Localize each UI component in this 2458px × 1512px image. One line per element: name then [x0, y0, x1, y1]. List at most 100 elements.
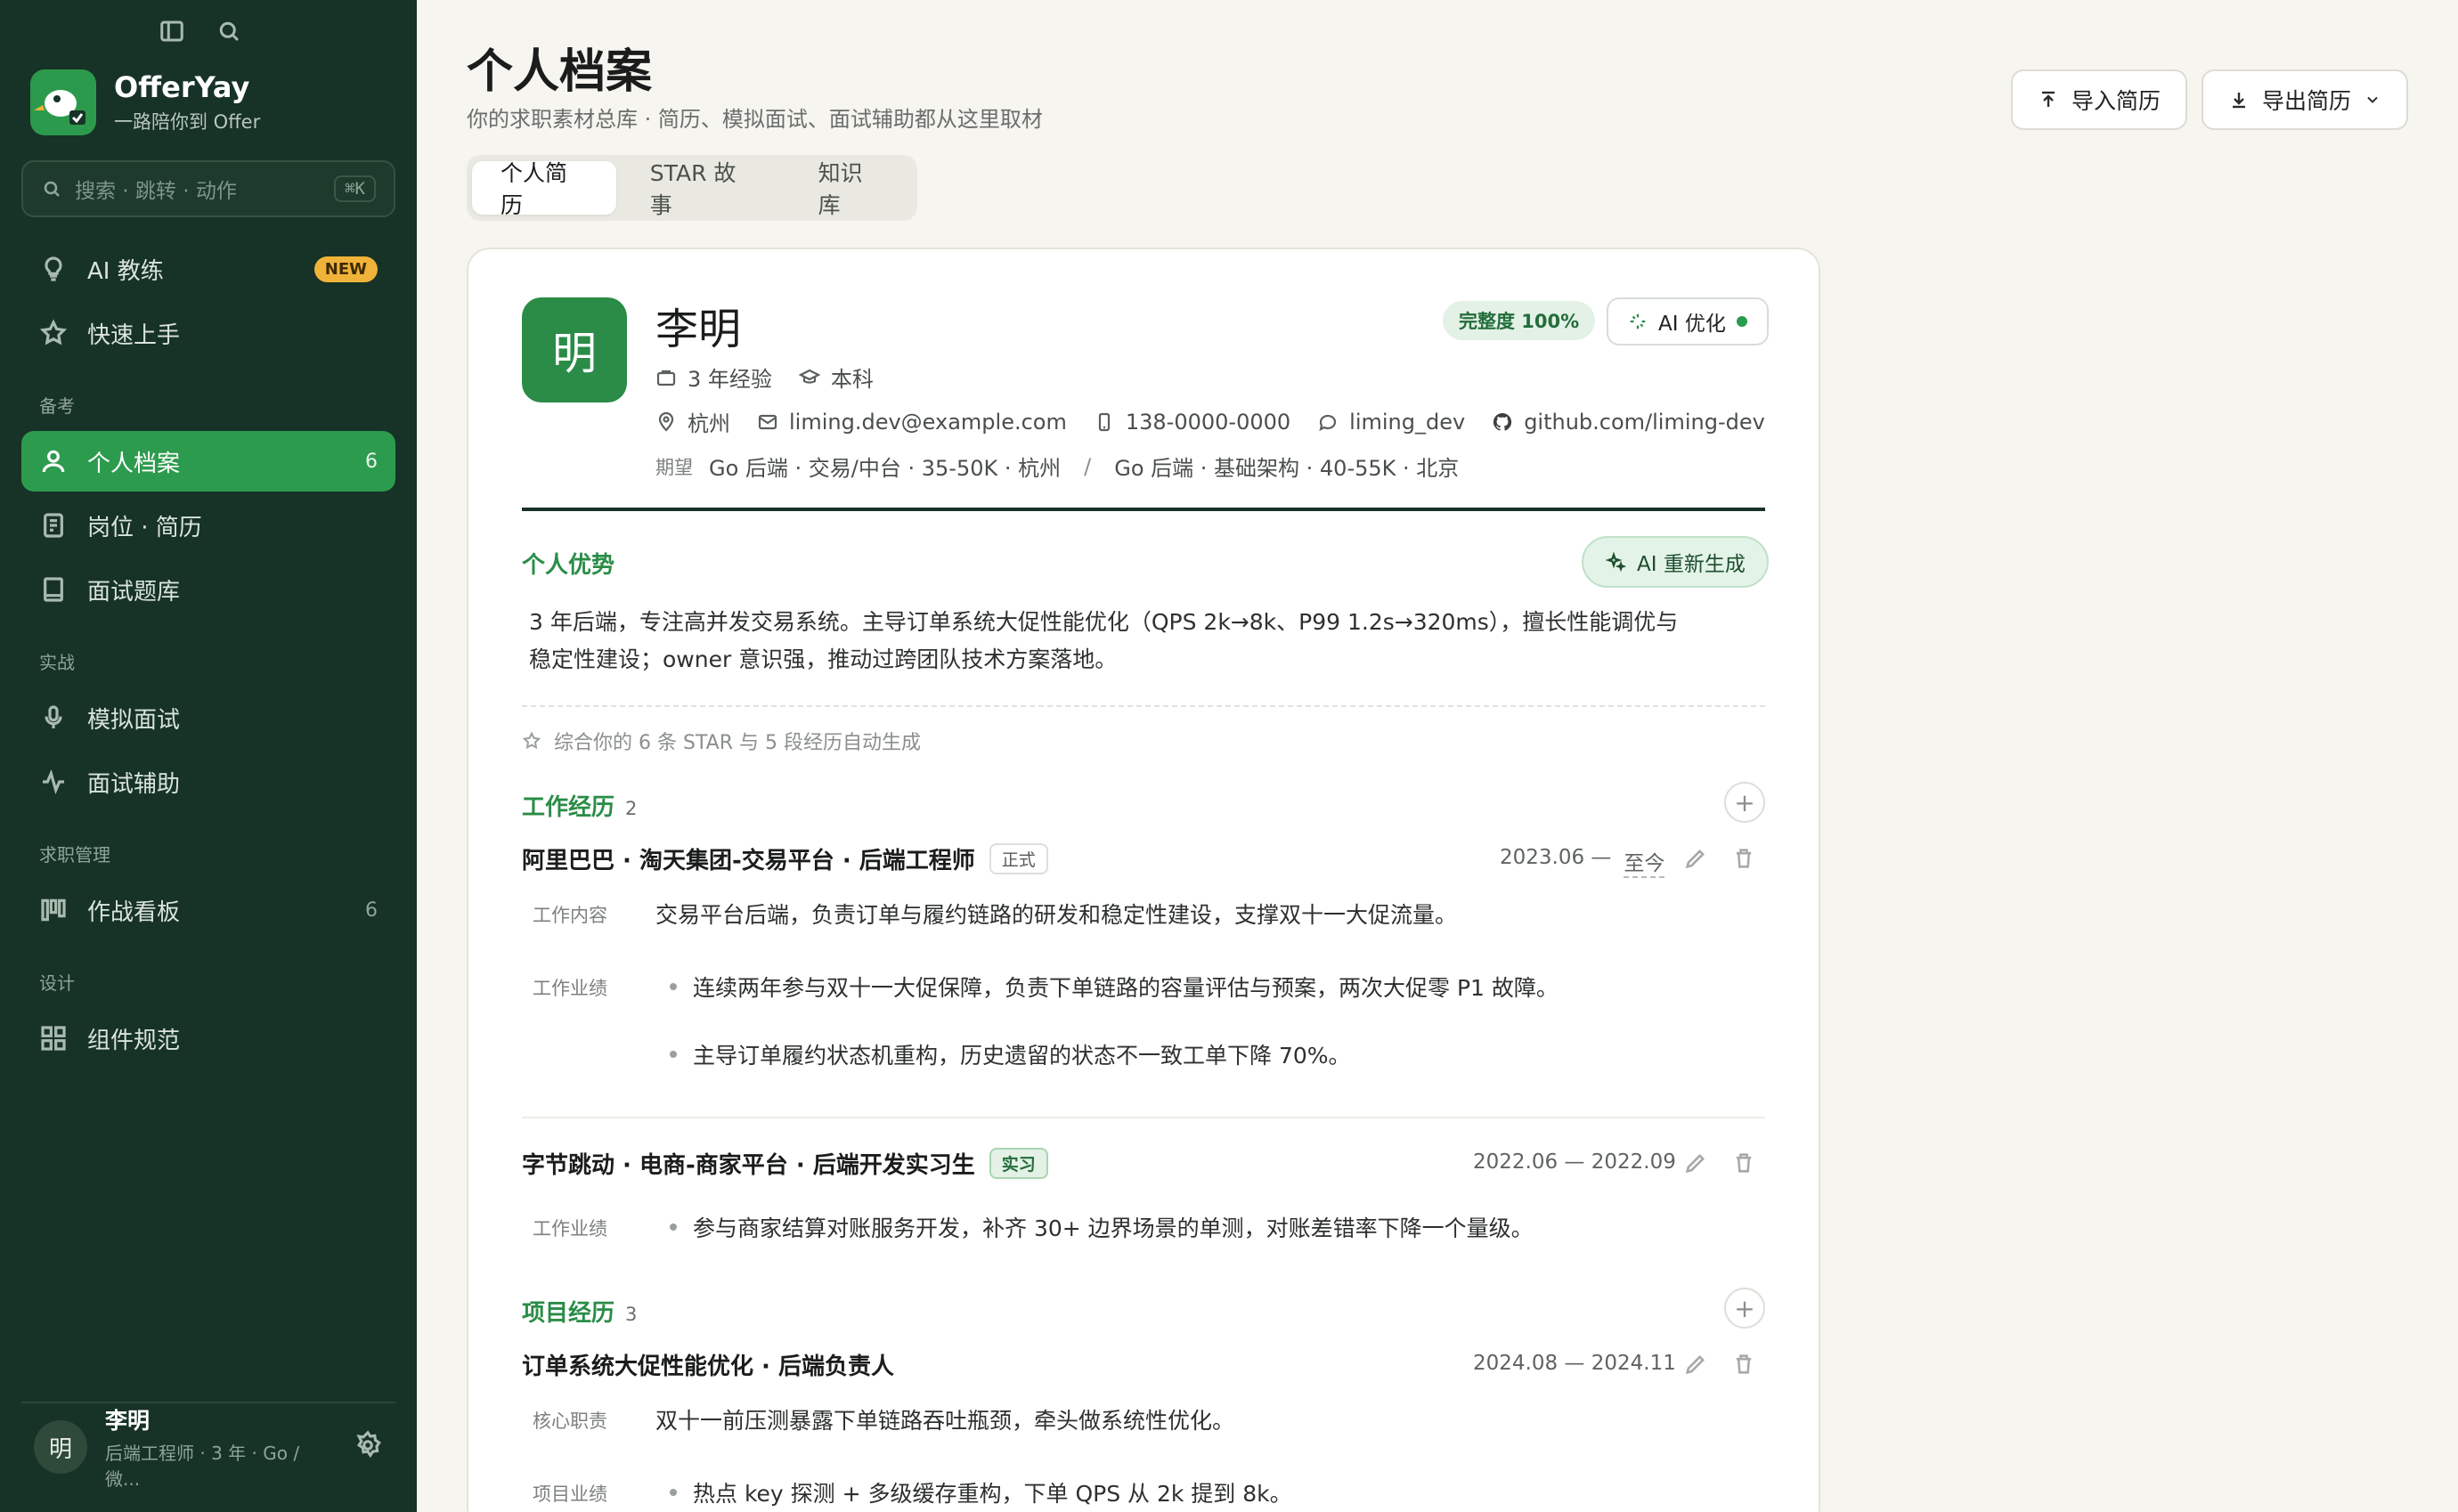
sidebar-item-battle-board[interactable]: 作战看板 6: [21, 880, 395, 940]
sidebar-item-label: 面试辅助: [87, 770, 181, 798]
add-work-button[interactable]: +: [1724, 782, 1765, 823]
mail-icon: [758, 414, 777, 429]
field-label: 工作业绩: [533, 978, 607, 999]
search-placeholder: 搜索 · 跳转 · 动作: [75, 180, 237, 203]
project-date: 2024.08 — 2024.11: [1473, 1352, 1676, 1375]
ai-optimize-button[interactable]: AI 优化: [1607, 297, 1769, 345]
sidebar-section-job-mgmt: 求职管理: [39, 844, 110, 866]
sidebar-item-label: 面试题库: [87, 578, 181, 606]
job-title[interactable]: 阿里巴巴 · 淘天集团-交易平台 · 后端工程师 正式: [522, 842, 1048, 875]
tab-star-stories[interactable]: STAR 故事: [622, 160, 785, 218]
edit-icon[interactable]: [1683, 1352, 1708, 1377]
bullet-text: 热点 key 探测 + 多级缓存重构，下单 QPS 从 2k 提到 8k。: [693, 1481, 1292, 1507]
sidebar-search-input[interactable]: 搜索 · 跳转 · 动作 ⌘K: [21, 160, 395, 217]
gear-icon[interactable]: [353, 1430, 383, 1464]
export-resume-label: 导出简历: [2262, 88, 2352, 114]
job-date-start: 2023.06 —: [1500, 846, 1612, 869]
sidebar-item-ai-coach[interactable]: AI 教练 NEW: [21, 239, 395, 299]
experience-item: 3 年经验: [655, 362, 772, 393]
upload-icon: [2042, 91, 2055, 107]
wechat-item[interactable]: liming_dev: [1317, 410, 1465, 435]
sidebar-item-quick-start[interactable]: 快速上手: [21, 303, 395, 363]
job-date-end[interactable]: 至今: [1624, 846, 1665, 878]
trash-icon[interactable]: [1731, 1352, 1756, 1377]
work-count: 2: [625, 798, 638, 819]
resume-card: 明 李明 3 年经验 本科 杭州 liming.dev@example.com …: [467, 248, 1820, 1512]
city-text: 杭州: [688, 411, 730, 436]
export-resume-button[interactable]: 导出简历: [2202, 69, 2409, 130]
search-icon[interactable]: [216, 18, 242, 48]
project-title[interactable]: 订单系统大促性能优化 · 后端负责人: [522, 1348, 894, 1381]
job-date: 2023.06 — 至今: [1500, 846, 1665, 878]
sidebar-top-actions: [159, 18, 242, 48]
sidebar-user-card[interactable]: 明 李明 后端工程师 · 3 年 · Go / 微...: [21, 1402, 395, 1491]
section-title-advantage: 个人优势: [522, 552, 615, 579]
star-icon: [522, 731, 541, 750]
education-item: 本科: [798, 362, 874, 393]
brand[interactable]: OfferYay 一路陪你到 Offer: [30, 69, 260, 135]
sidebar-section-design: 设计: [39, 972, 75, 994]
auto-generate-hint: 综合你的 6 条 STAR 与 5 段经历自动生成: [522, 727, 921, 755]
project-date-range: 2024.08 — 2024.11: [1473, 1352, 1676, 1375]
sidebar-toggle-icon[interactable]: [159, 18, 185, 48]
avatar: 明: [34, 1420, 87, 1474]
sidebar-item-label: 岗位 · 简历: [87, 514, 202, 541]
ai-regenerate-label: AI 重新生成: [1637, 553, 1746, 576]
chat-bubble-icon: [1319, 414, 1337, 431]
sidebar-item-count: 6: [365, 898, 378, 922]
ai-regenerate-button[interactable]: AI 重新生成: [1582, 536, 1769, 588]
pulse-icon: [43, 768, 64, 795]
achievement-bullet[interactable]: 热点 key 探测 + 多级缓存重构，下单 QPS 从 2k 提到 8k。: [670, 1476, 1292, 1508]
sidebar-item-label: 作战看板: [87, 898, 181, 926]
bullet-text: 参与商家结算对账服务开发，补齐 30+ 边界场景的单测，对账差错率下降一个量级。: [693, 1215, 1534, 1241]
projects-title: 项目经历: [522, 1300, 615, 1327]
job-divider: [522, 1117, 1765, 1118]
phone-text: 138-0000-0000: [1125, 409, 1291, 435]
phone-item[interactable]: 138-0000-0000: [1094, 410, 1290, 435]
trash-icon[interactable]: [1731, 846, 1756, 871]
job-content[interactable]: 交易平台后端，负责订单与履约链路的研发和稳定性建设，支撑双十一大促流量。: [655, 898, 1457, 930]
github-item[interactable]: github.com/liming-dev: [1492, 410, 1765, 435]
achievement-bullet[interactable]: 主导订单履约状态机重构，历史遗留的状态不一致工单下降 70%。: [670, 1038, 1351, 1070]
sidebar-item-question-bank[interactable]: 面试题库: [21, 559, 395, 620]
sidebar-item-label: 模拟面试: [87, 706, 181, 734]
kanban-icon: [41, 898, 66, 922]
project-duty[interactable]: 双十一前压测暴露下单链路吞吐瓶颈，牵头做系统性优化。: [655, 1403, 1234, 1435]
job-title-text: 阿里巴巴 · 淘天集团-交易平台 · 后端工程师: [522, 848, 975, 874]
job-title[interactable]: 字节跳动 · 电商-商家平台 · 后端开发实习生 实习: [522, 1147, 1048, 1180]
tab-knowledge-base[interactable]: 知识库: [790, 160, 912, 218]
summary-line: 3 年后端，专注高并发交易系统。主导订单系统大促性能优化（QPS 2k→8k、P…: [529, 609, 1679, 635]
wechat-text: liming_dev: [1349, 409, 1466, 435]
phone-icon: [1098, 412, 1110, 431]
work-title: 工作经历: [522, 794, 615, 821]
edit-icon[interactable]: [1683, 1150, 1708, 1175]
profile-name: 李明: [655, 305, 742, 354]
import-resume-button[interactable]: 导入简历: [2011, 69, 2188, 130]
tab-resume[interactable]: 个人简历: [472, 160, 616, 218]
edit-icon[interactable]: [1683, 846, 1708, 871]
expectation-label: 期望: [655, 456, 693, 478]
sidebar-item-jobs-resume[interactable]: 岗位 · 简历: [21, 495, 395, 556]
sparkle-icon: [1605, 551, 1626, 573]
add-project-button[interactable]: +: [1724, 1288, 1765, 1329]
achievement-bullet[interactable]: 参与商家结算对账服务开发，补齐 30+ 边界场景的单测，对账差错率下降一个量级。: [670, 1211, 1534, 1243]
profile-contact-info: 杭州 liming.dev@example.com 138-0000-0000 …: [655, 406, 1765, 437]
advantage-summary[interactable]: 3 年后端，专注高并发交易系统。主导订单系统大促性能优化（QPS 2k→8k、P…: [529, 604, 1722, 679]
profile-basic-info: 3 年经验 本科: [655, 362, 874, 393]
brand-logo-icon: [30, 69, 96, 135]
plus-icon: +: [1734, 1293, 1755, 1323]
sidebar-item-profile[interactable]: 个人档案 6: [21, 431, 395, 492]
sidebar-item-components[interactable]: 组件规范: [21, 1008, 395, 1069]
expectation-2: Go 后端 · 基础架构 · 40-55K · 北京: [1114, 456, 1460, 481]
sidebar-item-interview-assist[interactable]: 面试辅助: [21, 752, 395, 812]
education-text: 本科: [830, 367, 874, 392]
lightbulb-icon: [45, 256, 62, 281]
hint-text: 综合你的 6 条 STAR 与 5 段经历自动生成: [554, 732, 921, 754]
search-shortcut-badge: ⌘K: [334, 175, 376, 202]
achievement-bullet[interactable]: 连续两年参与双十一大促保障，负责下单链路的容量评估与预案，两次大促零 P1 故障…: [670, 971, 1559, 1003]
sidebar-section-prep: 备考: [39, 395, 75, 417]
sidebar-item-mock-interview[interactable]: 模拟面试: [21, 687, 395, 748]
email-text: liming.dev@example.com: [789, 409, 1067, 435]
trash-icon[interactable]: [1731, 1150, 1756, 1175]
email-item[interactable]: liming.dev@example.com: [757, 410, 1067, 435]
